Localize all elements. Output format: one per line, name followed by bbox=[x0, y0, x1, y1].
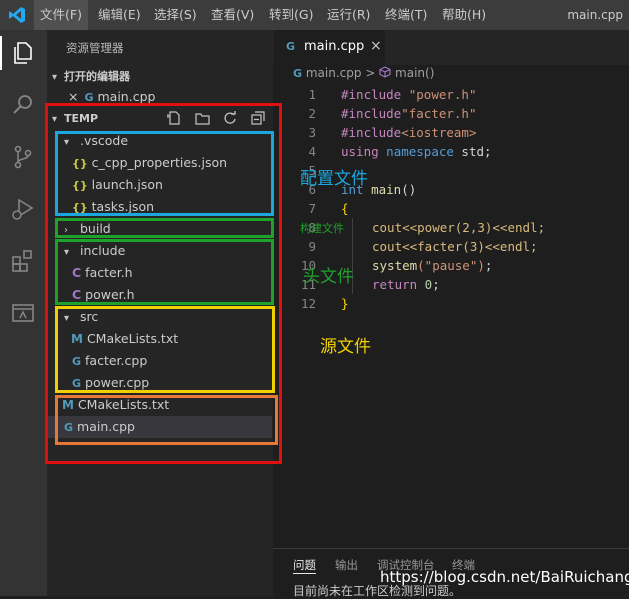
panel-tab-problems[interactable]: 问题 bbox=[293, 557, 316, 574]
remote-explorer-icon[interactable] bbox=[10, 300, 36, 326]
line-number: 2 bbox=[308, 106, 316, 121]
cpp-file-icon: G bbox=[293, 67, 303, 80]
breadcrumb-file[interactable]: main.cpp bbox=[306, 66, 362, 80]
token: { bbox=[341, 201, 349, 216]
code-line-7[interactable]: { bbox=[341, 201, 349, 216]
token: () bbox=[401, 182, 417, 197]
close-icon[interactable]: × bbox=[68, 89, 78, 104]
open-editors-header[interactable]: ▾ 打开的编辑器 bbox=[52, 68, 130, 84]
token: } bbox=[341, 296, 349, 311]
token: #include bbox=[341, 125, 402, 140]
close-icon[interactable]: × bbox=[370, 38, 382, 54]
menu-help[interactable]: 帮助(H) bbox=[442, 0, 486, 30]
menu-edit[interactable]: 编辑(E) bbox=[98, 0, 141, 30]
method-icon bbox=[379, 66, 391, 78]
code-line-2[interactable]: #include"facter.h" bbox=[341, 106, 476, 121]
window-title: main.cpp bbox=[567, 8, 623, 22]
token: using bbox=[341, 144, 379, 159]
tab-main-cpp[interactable]: G main.cpp × bbox=[274, 30, 385, 65]
token: namespace bbox=[378, 144, 454, 159]
menu-selection[interactable]: 选择(S) bbox=[154, 0, 197, 30]
source-annotation-label: 源文件 bbox=[320, 337, 371, 357]
include-annotation-box bbox=[55, 239, 274, 305]
code-line-1[interactable]: #include "power.h" bbox=[341, 87, 476, 102]
token: ("pause") bbox=[417, 258, 485, 273]
root-files-annotation-box bbox=[55, 395, 278, 445]
header-annotation-label: 头文件 bbox=[303, 267, 354, 287]
token: ; bbox=[432, 277, 440, 292]
token: std; bbox=[453, 144, 492, 159]
line-number: 4 bbox=[308, 144, 316, 159]
files-icon[interactable] bbox=[10, 40, 36, 66]
token: ; bbox=[484, 258, 493, 273]
token: #include bbox=[341, 106, 402, 121]
token: #include bbox=[341, 87, 402, 102]
code-line-12[interactable]: } bbox=[341, 296, 349, 311]
code-line-4[interactable]: using namespace std; bbox=[341, 144, 492, 159]
title-bar bbox=[0, 0, 629, 30]
menu-file[interactable]: 文件(F) bbox=[34, 0, 88, 30]
open-editor-label: main.cpp bbox=[97, 89, 156, 104]
menu-terminal[interactable]: 终端(T) bbox=[385, 0, 427, 30]
line-number: 1 bbox=[308, 87, 316, 102]
config-annotation-box bbox=[55, 131, 274, 216]
code-line-3[interactable]: #include<iostream> bbox=[341, 125, 476, 140]
code-line-10[interactable]: system("pause"); bbox=[372, 258, 492, 273]
run-debug-icon[interactable] bbox=[10, 196, 36, 222]
open-editors-label: 打开的编辑器 bbox=[64, 70, 130, 83]
chevron-down-icon: ▾ bbox=[52, 72, 58, 83]
token: system bbox=[372, 258, 418, 273]
search-icon[interactable] bbox=[10, 92, 36, 118]
tab-label: main.cpp bbox=[304, 39, 365, 54]
breadcrumb-separator: > bbox=[365, 66, 376, 80]
panel-tab-output[interactable]: 输出 bbox=[335, 557, 358, 573]
code-line-9[interactable]: cout<<facter(3)<<endl; bbox=[372, 239, 538, 254]
breadcrumb: G main.cpp > main() bbox=[293, 66, 434, 80]
line-number: 3 bbox=[308, 125, 316, 140]
src-annotation-box bbox=[55, 306, 275, 393]
breadcrumb-symbol[interactable]: main() bbox=[395, 66, 434, 80]
menu-run[interactable]: 运行(R) bbox=[327, 0, 370, 30]
line-number: 12 bbox=[300, 296, 316, 311]
watermark: https://blog.csdn.net/BaiRuichang bbox=[380, 568, 629, 586]
config-annotation-label: 配置文件 bbox=[300, 169, 368, 189]
menu-go[interactable]: 转到(G) bbox=[269, 0, 313, 30]
menu-view[interactable]: 查看(V) bbox=[211, 0, 254, 30]
build-annotation-box bbox=[55, 218, 274, 238]
token: return bbox=[372, 277, 418, 292]
line-number: 9 bbox=[308, 239, 316, 254]
token: "facter.h" bbox=[401, 106, 477, 121]
vscode-logo-icon bbox=[9, 7, 25, 23]
token: "power.h" bbox=[401, 87, 477, 102]
token: 0 bbox=[417, 277, 433, 292]
token: main bbox=[363, 182, 402, 197]
extensions-icon[interactable] bbox=[10, 248, 36, 274]
cpp-file-icon: G bbox=[286, 40, 296, 53]
code-line-11[interactable]: return 0; bbox=[372, 277, 440, 292]
active-indicator bbox=[0, 36, 2, 70]
source-control-icon[interactable] bbox=[10, 144, 36, 170]
token: <iostream> bbox=[401, 125, 477, 140]
explorer-title: 资源管理器 bbox=[66, 41, 124, 55]
line-number: 7 bbox=[308, 201, 316, 216]
code-line-8[interactable]: cout<<power(2,3)<<endl; bbox=[372, 220, 545, 235]
build-annotation-label: 构建文件 bbox=[300, 222, 344, 235]
